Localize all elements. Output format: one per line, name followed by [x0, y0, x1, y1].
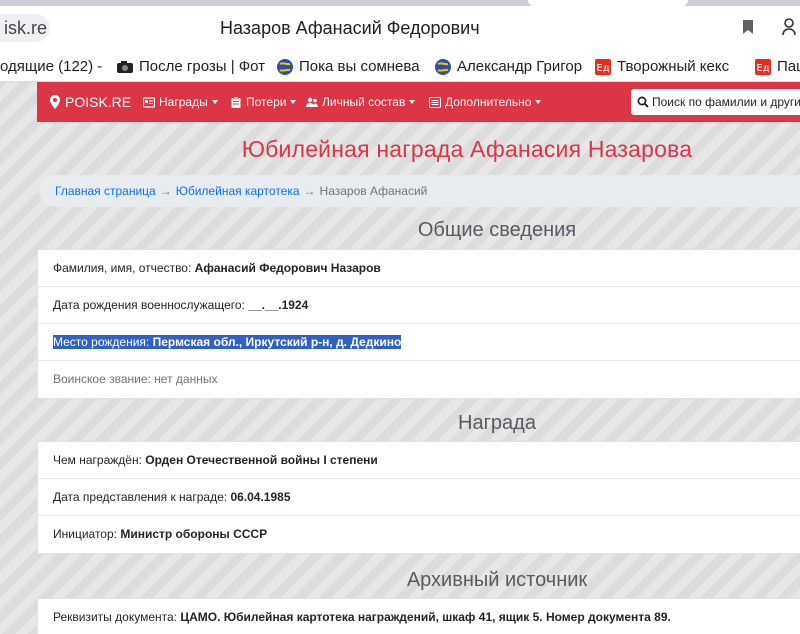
bookmark-alexander[interactable]: Александр Григор [434, 56, 584, 78]
info-row-full-name: Фамилия, имя, отчество: Афанасий Федоров… [38, 250, 800, 287]
award-row-initiator: Инициатор: Министр обороны СССР [53, 527, 268, 541]
initiator-value: Министр обороны СССР [120, 527, 268, 541]
list-icon [429, 96, 441, 108]
general-info-card: Фамилия, имя, отчество: Афанасий Федоров… [37, 249, 800, 399]
search-placeholder: Поиск по фамилии и други [652, 95, 800, 109]
archive-row-document: Реквизиты документа: ЦАМО. Юбилейная кар… [53, 610, 671, 624]
bookmark-mail[interactable]: одящие (122) - [0, 56, 108, 78]
bookmark-cake[interactable]: Ед Творожный кекс [594, 56, 746, 78]
section-heading-award: Награда [458, 412, 536, 434]
recipe-icon: Ед [595, 59, 611, 75]
nav-item-awards[interactable]: Награды [143, 82, 218, 122]
info-row-birth-date: Дата рождения военнослужащего: __.__.192… [38, 287, 800, 324]
address-bar[interactable]: isk.re [0, 14, 50, 42]
browser-page-title: Назаров Афанасий Федорович [220, 18, 480, 38]
archive-card: Реквизиты документа: ЦАМО. Юбилейная кар… [37, 598, 800, 634]
breadcrumb-arrow: → [303, 184, 316, 198]
svg-text:Ед: Ед [756, 63, 769, 74]
birth-date-value: __.__.1924 [248, 298, 309, 312]
profile-icon[interactable] [782, 14, 800, 40]
award-card: Чем награждён: Орден Отечественной войны… [37, 441, 800, 554]
award-date-value: 06.04.1985 [230, 490, 291, 504]
nav-item-losses[interactable]: Потери [230, 82, 297, 122]
selected-text: Место рождения: Пермская обл., Иркутский… [53, 335, 402, 349]
nav-item-personnel[interactable]: Личный состав [306, 82, 416, 122]
recipe-icon: Ед [755, 59, 771, 75]
bookmark-photo[interactable]: После грозы | Фот [116, 56, 268, 78]
breadcrumb-catalog[interactable]: Юбилейная картотека [176, 184, 300, 198]
chevron-down-icon [211, 100, 218, 104]
brand-label: POISK.RE [65, 94, 132, 110]
breadcrumb-current: Назаров Афанасий [319, 184, 428, 198]
breadcrumb-arrow: → [159, 184, 172, 198]
site-brand[interactable]: POISK.RE [49, 82, 131, 122]
nav-item-additional[interactable]: Дополнительно [429, 82, 542, 122]
info-row-rank: Воинское звание: нет данных [53, 372, 218, 386]
clipboard-icon [231, 96, 241, 108]
map-pin-icon [50, 95, 60, 109]
breadcrumb-home[interactable]: Главная страница [55, 184, 156, 198]
bookmarks-bar: одящие (122) - После грозы | Фот Пока вы… [0, 52, 800, 82]
globe-icon [435, 59, 451, 75]
browser-toolbar: isk.re Назаров Афанасий Федорович [0, 0, 800, 52]
bookmark-doubt[interactable]: Пока вы сомнева [276, 56, 424, 78]
users-icon [306, 97, 318, 107]
page-title: Юбилейная награда Афанасия Назарова [241, 136, 693, 162]
chevron-down-icon [409, 100, 416, 104]
active-tab-edge[interactable] [528, 0, 688, 6]
birth-place-value: Пермская обл., Иркутский р-н, д. Дедкино [152, 335, 402, 349]
id-card-icon [143, 96, 155, 108]
award-type-value: Орден Отечественной войны I степени [145, 453, 378, 467]
full-name-value: Афанасий Федорович Назаров [194, 261, 381, 275]
info-row-birth-place: Место рождения: Пермская обл., Иркутский… [38, 324, 800, 361]
search-input[interactable]: Поиск по фамилии и други [631, 89, 800, 115]
document-value: ЦАМО. Юбилейная картотека награждений, ш… [180, 610, 671, 624]
svg-text:Ед: Ед [596, 63, 609, 74]
camera-icon [117, 61, 133, 73]
bookmark-pash[interactable]: Ед Паш [754, 56, 800, 78]
site-navbar: POISK.RE Награды Потери Личный состав До… [37, 82, 800, 122]
award-row-date: Дата представления к награде: 06.04.1985 [38, 479, 800, 516]
section-heading-general: Общие сведения [417, 219, 577, 241]
main-content: Юбилейная награда Афанасия Назарова Глав… [37, 122, 800, 634]
chevron-down-icon [535, 100, 542, 104]
rank-value: нет данных [154, 372, 218, 386]
section-heading-archive: Архивный источник [406, 569, 588, 591]
bookmark-icon[interactable] [742, 19, 754, 35]
tab-strip [0, 0, 800, 6]
award-row-type: Чем награждён: Орден Отечественной войны… [38, 442, 800, 479]
chevron-down-icon [290, 100, 297, 104]
breadcrumb: Главная страница → Юбилейная картотека → Наз… [39, 175, 800, 207]
search-icon [637, 96, 649, 108]
globe-icon [277, 59, 293, 75]
